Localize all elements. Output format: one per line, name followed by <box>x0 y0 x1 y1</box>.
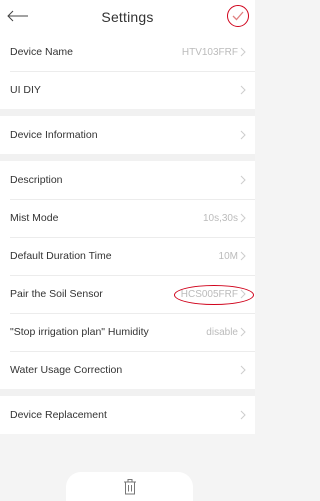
stop-irrigation-value: disable <box>206 326 238 338</box>
row-ui-diy[interactable]: UI DIY <box>0 71 255 109</box>
chevron-right-icon <box>240 289 246 299</box>
soil-sensor-value: HCS005FRF <box>180 288 238 300</box>
trash-icon <box>123 479 136 495</box>
chevron-right-icon <box>240 85 246 95</box>
chevron-right-icon <box>240 327 246 337</box>
row-label: Default Duration Time <box>10 250 112 262</box>
row-label: Device Information <box>10 129 98 141</box>
row-device-information[interactable]: Device Information <box>0 116 255 154</box>
row-device-replacement[interactable]: Device Replacement <box>0 396 255 434</box>
page-title: Settings <box>101 8 154 25</box>
row-default-duration[interactable]: Default Duration Time 10M <box>0 237 255 275</box>
row-water-usage-correction[interactable]: Water Usage Correction <box>0 351 255 389</box>
device-name-value: HTV103FRF <box>181 46 238 58</box>
mist-mode-value: 10s,30s <box>202 212 238 224</box>
row-description[interactable]: Description <box>0 161 255 199</box>
row-label: Description <box>10 174 63 186</box>
row-label: Water Usage Correction <box>10 364 123 376</box>
settings-group-replace: Device Replacement <box>0 396 255 434</box>
row-label: Device Name <box>10 46 74 58</box>
default-duration-value: 10M <box>218 250 238 262</box>
row-pair-soil-sensor[interactable]: Pair the Soil Sensor HCS005FRF <box>0 275 255 313</box>
check-icon <box>232 11 244 21</box>
delete-device-button[interactable] <box>66 472 193 501</box>
row-label: Device Replacement <box>10 409 107 421</box>
settings-list: Device Name HTV103FRF UI DIY Device Info… <box>0 33 255 434</box>
row-mist-mode[interactable]: Mist Mode 10s,30s <box>0 199 255 237</box>
back-arrow-icon[interactable] <box>7 10 29 22</box>
row-device-name[interactable]: Device Name HTV103FRF <box>0 33 255 71</box>
chevron-right-icon <box>240 213 246 223</box>
confirm-button[interactable] <box>227 5 249 27</box>
row-stop-irrigation-humidity[interactable]: "Stop irrigation plan" Humidity disable <box>0 313 255 351</box>
row-label: "Stop irrigation plan" Humidity <box>10 326 149 338</box>
chevron-right-icon <box>240 251 246 261</box>
top-bar: Settings <box>0 0 255 33</box>
row-label: Pair the Soil Sensor <box>10 288 103 300</box>
section-divider <box>0 154 255 161</box>
settings-group-config: Description Mist Mode 10s,30s Default Du… <box>0 161 255 389</box>
settings-group-info: Device Information <box>0 116 255 154</box>
chevron-right-icon <box>240 365 246 375</box>
section-divider <box>0 389 255 396</box>
chevron-right-icon <box>240 175 246 185</box>
chevron-right-icon <box>240 410 246 420</box>
section-divider <box>0 109 255 116</box>
chevron-right-icon <box>240 130 246 140</box>
row-label: Mist Mode <box>10 212 59 224</box>
chevron-right-icon <box>240 47 246 57</box>
settings-group-device: Device Name HTV103FRF UI DIY <box>0 33 255 109</box>
row-label: UI DIY <box>10 84 41 96</box>
